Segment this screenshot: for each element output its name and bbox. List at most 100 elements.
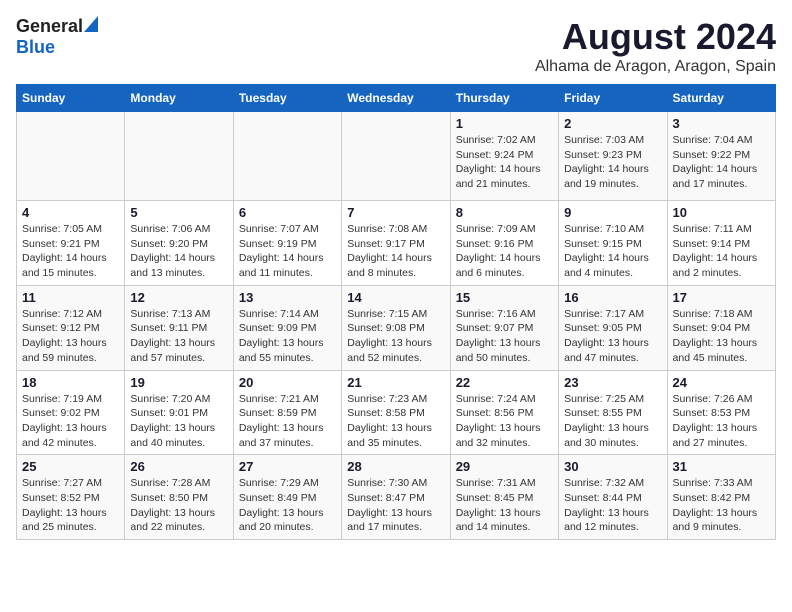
calendar-cell: 7 Sunrise: 7:08 AM Sunset: 9:17 PM Daylig… [342, 201, 450, 286]
cell-date: 9 [564, 205, 661, 220]
logo-icon [84, 16, 98, 32]
cell-content: Sunrise: 7:09 AM Sunset: 9:16 PM Dayligh… [456, 222, 553, 281]
cell-content: Sunrise: 7:23 AM Sunset: 8:58 PM Dayligh… [347, 392, 444, 451]
calendar-cell [342, 112, 450, 201]
cell-content: Sunrise: 7:12 AM Sunset: 9:12 PM Dayligh… [22, 307, 119, 366]
day-header-thursday: Thursday [450, 85, 558, 112]
calendar-cell: 12Sunrise: 7:13 AM Sunset: 9:11 PM Dayli… [125, 285, 233, 370]
day-header-monday: Monday [125, 85, 233, 112]
logo-general-text: General [16, 16, 83, 37]
cell-date: 15 [456, 290, 553, 305]
calendar-cell [125, 112, 233, 201]
day-header-tuesday: Tuesday [233, 85, 341, 112]
cell-date: 1 [456, 116, 553, 131]
logo-blue-text: Blue [16, 37, 55, 57]
cell-date: 7 [347, 205, 444, 220]
cell-content: Sunrise: 7:04 AM Sunset: 9:22 PM Dayligh… [673, 133, 770, 192]
cell-date: 10 [673, 205, 770, 220]
cell-date: 25 [22, 459, 119, 474]
cell-date: 24 [673, 375, 770, 390]
cell-content: Sunrise: 7:20 AM Sunset: 9:01 PM Dayligh… [130, 392, 227, 451]
calendar-cell: 17 Sunrise: 7:18 AM Sunset: 9:04 PM Dayli… [667, 285, 775, 370]
cell-content: Sunrise: 7:11 AM Sunset: 9:14 PM Dayligh… [673, 222, 770, 281]
calendar-cell: 2Sunrise: 7:03 AM Sunset: 9:23 PM Daylig… [559, 112, 667, 201]
cell-date: 26 [130, 459, 227, 474]
week-row-1: 1 Sunrise: 7:02 AM Sunset: 9:24 PM Daylig… [17, 112, 776, 201]
cell-content: Sunrise: 7:15 AM Sunset: 9:08 PM Dayligh… [347, 307, 444, 366]
cell-content: Sunrise: 7:13 AM Sunset: 9:11 PM Dayligh… [130, 307, 227, 366]
cell-date: 4 [22, 205, 119, 220]
cell-date: 30 [564, 459, 661, 474]
calendar-cell: 13 Sunrise: 7:14 AM Sunset: 9:09 PM Dayli… [233, 285, 341, 370]
calendar-table: SundayMondayTuesdayWednesdayThursdayFrid… [16, 84, 776, 540]
day-header-sunday: Sunday [17, 85, 125, 112]
cell-date: 29 [456, 459, 553, 474]
cell-date: 8 [456, 205, 553, 220]
cell-date: 23 [564, 375, 661, 390]
cell-content: Sunrise: 7:07 AM Sunset: 9:19 PM Dayligh… [239, 222, 336, 281]
calendar-cell: 21 Sunrise: 7:23 AM Sunset: 8:58 PM Dayli… [342, 370, 450, 455]
cell-content: Sunrise: 7:21 AM Sunset: 8:59 PM Dayligh… [239, 392, 336, 451]
title-section: August 2024 Alhama de Aragon, Aragon, Sp… [535, 16, 776, 76]
cell-content: Sunrise: 7:25 AM Sunset: 8:55 PM Dayligh… [564, 392, 661, 451]
cell-date: 2 [564, 116, 661, 131]
cell-date: 14 [347, 290, 444, 305]
cell-date: 3 [673, 116, 770, 131]
calendar-cell: 8 Sunrise: 7:09 AM Sunset: 9:16 PM Daylig… [450, 201, 558, 286]
logo: General Blue [16, 16, 100, 58]
cell-content: Sunrise: 7:14 AM Sunset: 9:09 PM Dayligh… [239, 307, 336, 366]
cell-date: 6 [239, 205, 336, 220]
day-header-friday: Friday [559, 85, 667, 112]
calendar-cell: 10 Sunrise: 7:11 AM Sunset: 9:14 PM Dayli… [667, 201, 775, 286]
cell-date: 19 [130, 375, 227, 390]
calendar-cell: 25Sunrise: 7:27 AM Sunset: 8:52 PM Dayli… [17, 455, 125, 540]
calendar-cell: 5 Sunrise: 7:06 AM Sunset: 9:20 PM Daylig… [125, 201, 233, 286]
calendar-cell: 26 Sunrise: 7:28 AM Sunset: 8:50 PM Dayli… [125, 455, 233, 540]
cell-content: Sunrise: 7:32 AM Sunset: 8:44 PM Dayligh… [564, 476, 661, 535]
cell-content: Sunrise: 7:24 AM Sunset: 8:56 PM Dayligh… [456, 392, 553, 451]
cell-content: Sunrise: 7:29 AM Sunset: 8:49 PM Dayligh… [239, 476, 336, 535]
cell-content: Sunrise: 7:17 AM Sunset: 9:05 PM Dayligh… [564, 307, 661, 366]
cell-date: 28 [347, 459, 444, 474]
cell-date: 17 [673, 290, 770, 305]
cell-date: 16 [564, 290, 661, 305]
calendar-cell: 15 Sunrise: 7:16 AM Sunset: 9:07 PM Dayli… [450, 285, 558, 370]
cell-date: 13 [239, 290, 336, 305]
main-title: August 2024 [535, 16, 776, 58]
cell-content: Sunrise: 7:26 AM Sunset: 8:53 PM Dayligh… [673, 392, 770, 451]
cell-content: Sunrise: 7:02 AM Sunset: 9:24 PM Dayligh… [456, 133, 553, 192]
cell-date: 22 [456, 375, 553, 390]
calendar-cell: 29 Sunrise: 7:31 AM Sunset: 8:45 PM Dayli… [450, 455, 558, 540]
calendar-cell: 4 Sunrise: 7:05 AM Sunset: 9:21 PM Daylig… [17, 201, 125, 286]
calendar-body: 1 Sunrise: 7:02 AM Sunset: 9:24 PM Daylig… [17, 112, 776, 540]
cell-content: Sunrise: 7:05 AM Sunset: 9:21 PM Dayligh… [22, 222, 119, 281]
cell-content: Sunrise: 7:33 AM Sunset: 8:42 PM Dayligh… [673, 476, 770, 535]
calendar-cell: 28 Sunrise: 7:30 AM Sunset: 8:47 PM Dayli… [342, 455, 450, 540]
calendar-cell: 3 Sunrise: 7:04 AM Sunset: 9:22 PM Daylig… [667, 112, 775, 201]
cell-date: 27 [239, 459, 336, 474]
cell-date: 21 [347, 375, 444, 390]
calendar-cell: 9 Sunrise: 7:10 AM Sunset: 9:15 PM Daylig… [559, 201, 667, 286]
cell-date: 11 [22, 290, 119, 305]
cell-content: Sunrise: 7:28 AM Sunset: 8:50 PM Dayligh… [130, 476, 227, 535]
calendar-cell: 1 Sunrise: 7:02 AM Sunset: 9:24 PM Daylig… [450, 112, 558, 201]
week-row-4: 18Sunrise: 7:19 AM Sunset: 9:02 PM Dayli… [17, 370, 776, 455]
calendar-cell: 27 Sunrise: 7:29 AM Sunset: 8:49 PM Dayli… [233, 455, 341, 540]
week-row-2: 4 Sunrise: 7:05 AM Sunset: 9:21 PM Daylig… [17, 201, 776, 286]
calendar-cell: 20 Sunrise: 7:21 AM Sunset: 8:59 PM Dayli… [233, 370, 341, 455]
cell-content: Sunrise: 7:16 AM Sunset: 9:07 PM Dayligh… [456, 307, 553, 366]
cell-date: 20 [239, 375, 336, 390]
calendar-header-row: SundayMondayTuesdayWednesdayThursdayFrid… [17, 85, 776, 112]
cell-content: Sunrise: 7:10 AM Sunset: 9:15 PM Dayligh… [564, 222, 661, 281]
calendar-cell [233, 112, 341, 201]
calendar-cell: 11 Sunrise: 7:12 AM Sunset: 9:12 PM Dayli… [17, 285, 125, 370]
cell-content: Sunrise: 7:30 AM Sunset: 8:47 PM Dayligh… [347, 476, 444, 535]
sub-title: Alhama de Aragon, Aragon, Spain [535, 58, 776, 76]
cell-content: Sunrise: 7:31 AM Sunset: 8:45 PM Dayligh… [456, 476, 553, 535]
cell-content: Sunrise: 7:18 AM Sunset: 9:04 PM Dayligh… [673, 307, 770, 366]
week-row-3: 11 Sunrise: 7:12 AM Sunset: 9:12 PM Dayli… [17, 285, 776, 370]
calendar-cell: 18Sunrise: 7:19 AM Sunset: 9:02 PM Dayli… [17, 370, 125, 455]
cell-date: 5 [130, 205, 227, 220]
cell-content: Sunrise: 7:08 AM Sunset: 9:17 PM Dayligh… [347, 222, 444, 281]
cell-content: Sunrise: 7:06 AM Sunset: 9:20 PM Dayligh… [130, 222, 227, 281]
